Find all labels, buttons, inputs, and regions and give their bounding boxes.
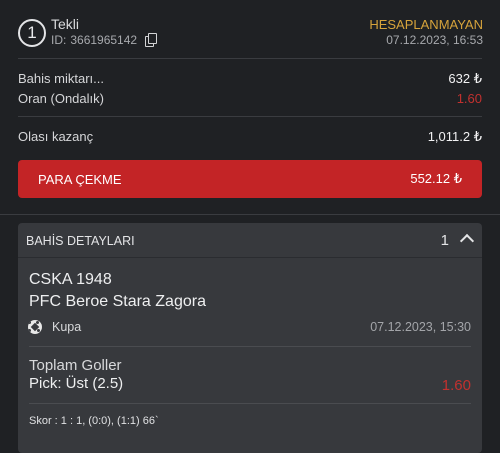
- bet-number-badge: 1: [18, 19, 46, 47]
- pick-odds: 1.60: [441, 377, 471, 394]
- live-score: Skor : 1 : 1, (0:0), (1:1) 66`: [29, 415, 159, 427]
- bet-details-count: 1: [440, 232, 449, 249]
- chevron-up-icon[interactable]: [459, 233, 475, 249]
- league-name: Kupa: [52, 320, 82, 334]
- stake-label: Bahis miktarı...: [18, 71, 104, 86]
- bet-status-date: 07.12.2023, 16:53: [386, 33, 483, 47]
- bet-type: Tekli: [51, 16, 80, 32]
- match-date: 07.12.2023, 15:30: [370, 320, 471, 334]
- divider: [29, 403, 471, 404]
- cashout-amount: 552.12 ₺: [410, 171, 462, 186]
- divider: [29, 346, 471, 347]
- divider: [18, 257, 482, 258]
- potential-win-value: 1,011.2 ₺: [427, 129, 482, 144]
- bet-id-label: ID:: [51, 33, 67, 47]
- bet-number: 1: [27, 23, 37, 42]
- divider: [18, 116, 482, 117]
- market-name: Toplam Goller: [29, 357, 122, 374]
- away-team: PFC Beroe Stara Zagora: [29, 293, 206, 310]
- bet-details-panel: BAHİS DETAYLARI 1 CSKA 1948 PFC Beroe St…: [18, 223, 482, 453]
- copy-icon[interactable]: [145, 33, 158, 47]
- potential-win-label: Olası kazanç: [18, 129, 94, 144]
- cashout-label: PARA ÇEKME: [38, 171, 122, 187]
- divider: [18, 58, 482, 59]
- odds-label: Oran (Ondalık): [18, 91, 104, 106]
- bet-id: ID: 3661965142: [51, 33, 158, 47]
- pick: Pick: Üst (2.5): [29, 375, 124, 392]
- odds-value: 1.60: [456, 91, 482, 106]
- bet-details-title: BAHİS DETAYLARI: [26, 234, 135, 248]
- bet-id-value: 3661965142: [70, 33, 138, 47]
- stake-value: 632 ₺: [448, 71, 482, 86]
- divider: [0, 214, 500, 215]
- bet-status: HESAPLANMAYAN: [369, 17, 483, 32]
- soccer-ball-icon: [28, 320, 42, 334]
- home-team: CSKA 1948: [29, 271, 112, 288]
- cashout-button[interactable]: PARA ÇEKME 552.12 ₺: [18, 160, 482, 198]
